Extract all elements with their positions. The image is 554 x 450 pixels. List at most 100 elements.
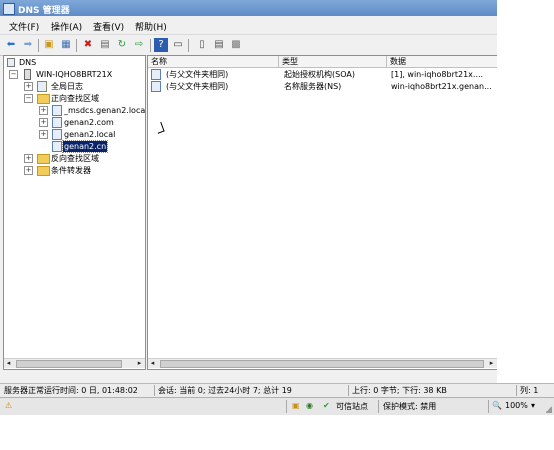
status-queries: 会话: 当前 0; 过去24小时 7; 总计 19 bbox=[158, 386, 292, 395]
expand-icon[interactable]: + bbox=[39, 106, 48, 115]
expand-icon[interactable]: + bbox=[24, 166, 33, 175]
warning-icon: ⚠ bbox=[5, 401, 13, 410]
export-icon[interactable]: ⇨ bbox=[132, 38, 146, 52]
zone-icon bbox=[52, 141, 62, 152]
tree-label-conditional-forwarders: 条件转发器 bbox=[51, 166, 91, 175]
folder-icon bbox=[37, 166, 50, 176]
column-header-type[interactable]: 类型 bbox=[279, 56, 387, 68]
menu-file[interactable]: 文件(F) bbox=[9, 20, 39, 33]
window-title: DNS 管理器 bbox=[18, 6, 70, 16]
record-name: (与父文件夹相同) bbox=[166, 82, 229, 91]
toolbar: ⬅ ➡ ▣ ▦ ✖ ▤ ↻ ⇨ ? ▭ ▯ ▤ ▩ bbox=[0, 34, 497, 56]
toolbar-separator bbox=[188, 39, 189, 52]
dns-manager-window: DNS 管理器 文件(F) 操作(A) 查看(V) 帮助(H) ⬅ ➡ ▣ ▦ … bbox=[0, 0, 497, 396]
zoom-level[interactable]: 100% bbox=[505, 401, 528, 410]
status-uptime: 服务器正常运行时间: 0 日, 01:48:02 bbox=[4, 386, 138, 395]
status-line: 上行: 0 字节; 下行: 38 KB bbox=[352, 386, 447, 395]
status-divider bbox=[286, 400, 287, 413]
scroll-right-icon[interactable]: ▸ bbox=[487, 359, 496, 368]
tree-horizontal-scrollbar[interactable]: ◂ ▸ bbox=[4, 358, 145, 368]
show-hide-tree-icon[interactable]: ▦ bbox=[59, 38, 73, 52]
collapse-icon[interactable]: − bbox=[9, 70, 18, 79]
resize-grip-icon[interactable] bbox=[546, 405, 552, 413]
server-list-icon[interactable]: ▯ bbox=[195, 38, 209, 52]
toolbar-separator bbox=[38, 39, 39, 52]
status-divider bbox=[348, 385, 349, 396]
record-data: win-iqho8brt21x.genan... bbox=[391, 82, 491, 91]
scroll-right-icon[interactable]: ▸ bbox=[135, 359, 144, 368]
tree-label-zone: genan2.com bbox=[64, 118, 114, 127]
record-name: (与父文件夹相同) bbox=[166, 70, 229, 79]
title-bar: DNS 管理器 bbox=[0, 0, 497, 16]
zone-icon[interactable]: ▩ bbox=[229, 38, 243, 52]
tree-label-zone: genan2.local bbox=[64, 130, 116, 139]
up-folder-icon[interactable]: ▣ bbox=[42, 38, 56, 52]
scrollbar-thumb[interactable] bbox=[16, 360, 122, 368]
record-icon bbox=[151, 69, 161, 80]
zoom-icon[interactable]: 🔍 bbox=[492, 401, 502, 410]
tree-label-server: WIN-IQHO8BRT21X bbox=[36, 70, 113, 79]
scroll-left-icon[interactable]: ◂ bbox=[148, 359, 157, 368]
console-icon[interactable]: ▭ bbox=[171, 38, 185, 52]
records-horizontal-scrollbar[interactable]: ◂ ▸ bbox=[148, 358, 497, 368]
help-icon[interactable]: ? bbox=[154, 38, 168, 52]
checkmark-icon: ✔ bbox=[323, 401, 330, 410]
expand-icon[interactable]: + bbox=[24, 154, 33, 163]
console-tree-pane[interactable]: DNS − WIN-IQHO8BRT21X + 全局日志 − 正向查找区域 + … bbox=[3, 55, 146, 370]
collapse-icon[interactable]: − bbox=[24, 94, 33, 103]
records-icon[interactable]: ▤ bbox=[212, 38, 226, 52]
zoom-dropdown-icon[interactable]: ▾ bbox=[531, 401, 535, 410]
zone-globe-icon: ◉ bbox=[306, 401, 313, 410]
expand-icon[interactable]: + bbox=[24, 82, 33, 91]
tree-label-zone: _msdcs.genan2.local bbox=[64, 106, 146, 115]
log-icon bbox=[37, 81, 47, 92]
scrollbar-thumb[interactable] bbox=[160, 360, 484, 368]
status-divider bbox=[378, 400, 379, 413]
folder-icon bbox=[37, 154, 50, 164]
record-icon bbox=[151, 81, 161, 92]
record-data: [1], win-iqho8brt21x.... bbox=[391, 70, 484, 79]
expand-icon[interactable]: + bbox=[39, 118, 48, 127]
protected-mode-label: 保护模式: 禁用 bbox=[383, 402, 437, 411]
column-header-name[interactable]: 名称 bbox=[148, 56, 279, 68]
dns-icon bbox=[7, 58, 15, 67]
scroll-left-icon[interactable]: ◂ bbox=[4, 359, 13, 368]
expand-icon[interactable]: + bbox=[39, 130, 48, 139]
menu-bar: 文件(F) 操作(A) 查看(V) 帮助(H) bbox=[0, 16, 497, 34]
status-divider bbox=[516, 385, 517, 396]
menu-help[interactable]: 帮助(H) bbox=[135, 20, 167, 33]
trusted-site-label: 可信站点 bbox=[336, 402, 368, 411]
back-icon[interactable]: ⬅ bbox=[4, 38, 18, 52]
menu-view[interactable]: 查看(V) bbox=[93, 20, 124, 33]
delete-icon[interactable]: ✖ bbox=[81, 38, 95, 52]
status-column: 列: 1 bbox=[520, 386, 539, 395]
record-row[interactable]: (与父文件夹相同) 起始授权机构(SOA) [1], win-iqho8brt2… bbox=[151, 69, 491, 80]
tree-label-global-logs: 全局日志 bbox=[51, 82, 83, 91]
toolbar-separator bbox=[150, 39, 151, 52]
record-type: 名称服务器(NS) bbox=[284, 82, 342, 91]
lock-icon: ▣ bbox=[292, 401, 300, 410]
tree-label-reverse-zones: 反向查找区域 bbox=[51, 154, 99, 163]
browser-status-bar: ⚠ ▣ ◉ ✔ 可信站点 保护模式: 禁用 🔍 100% ▾ bbox=[0, 397, 554, 415]
dns-app-icon bbox=[3, 3, 15, 15]
zone-icon bbox=[52, 105, 62, 116]
menu-action[interactable]: 操作(A) bbox=[51, 20, 82, 33]
forward-icon[interactable]: ➡ bbox=[21, 38, 35, 52]
refresh-icon[interactable]: ↻ bbox=[115, 38, 129, 52]
record-row[interactable]: (与父文件夹相同) 名称服务器(NS) win-iqho8brt21x.gena… bbox=[151, 81, 491, 92]
column-header-data[interactable]: 数据 bbox=[387, 56, 497, 68]
records-list-pane[interactable]: 名称 类型 数据 (与父文件夹相同) 起始授权机构(SOA) [1], win-… bbox=[147, 55, 497, 370]
server-icon bbox=[24, 69, 31, 80]
zone-icon bbox=[52, 129, 62, 140]
tree-label-dns: DNS bbox=[19, 58, 37, 67]
tree-label-zone: genan2.cn bbox=[61, 140, 109, 153]
zone-icon bbox=[52, 117, 62, 128]
record-type: 起始授权机构(SOA) bbox=[284, 70, 355, 79]
status-divider bbox=[154, 385, 155, 396]
folder-icon bbox=[37, 94, 50, 104]
tree-label-forward-zones: 正向查找区域 bbox=[51, 94, 99, 103]
toolbar-separator bbox=[76, 39, 77, 52]
status-divider bbox=[488, 400, 489, 413]
properties-icon[interactable]: ▤ bbox=[98, 38, 112, 52]
status-bar: 服务器正常运行时间: 0 日, 01:48:02 会话: 当前 0; 过去24小… bbox=[0, 383, 554, 397]
